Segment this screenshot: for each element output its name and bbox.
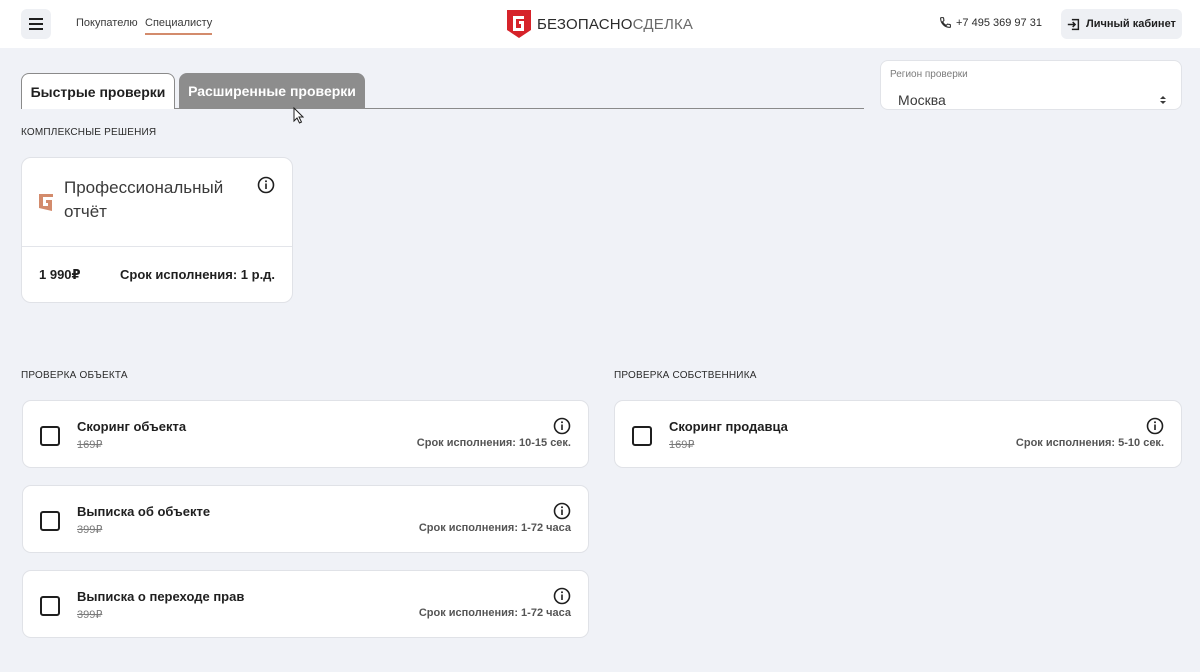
top-header: Покупателю Специалисту БЕЗОПАСНОСДЕЛКА +…	[0, 0, 1200, 48]
tab-quick-checks[interactable]: Быстрые проверки	[21, 73, 175, 109]
info-icon[interactable]	[553, 587, 571, 605]
object-check-card[interactable]: Скоринг объекта 169₽ Срок исполнения: 10…	[22, 400, 589, 468]
region-label: Регион проверки	[890, 69, 968, 80]
service-term: Срок исполнения: 1-72 часа	[418, 607, 571, 619]
logo-text-strong: БЕЗОПАСНО	[537, 15, 633, 33]
professional-report-card[interactable]: Профессиональный отчёт 1 990₽ Срок испол…	[21, 157, 293, 303]
info-icon[interactable]	[553, 502, 571, 520]
service-name: Выписка об объекте	[77, 504, 211, 519]
site-logo[interactable]: БЕЗОПАСНОСДЕЛКА	[507, 10, 693, 38]
personal-cabinet-button[interactable]: Личный кабинет	[1061, 9, 1182, 39]
cabinet-label: Личный кабинет	[1086, 18, 1176, 30]
info-icon[interactable]	[257, 176, 275, 194]
professional-report-term: Срок исполнения: 1 р.д.	[120, 267, 276, 282]
object-check-checkbox[interactable]	[40, 426, 60, 446]
professional-report-price: 1 990₽	[39, 267, 81, 282]
nav-link-specialist[interactable]: Специалисту	[145, 17, 213, 35]
phone-link[interactable]: +7 495 369 97 31	[939, 16, 1042, 29]
region-value: Москва	[898, 92, 946, 108]
service-price: 169₽	[77, 439, 103, 451]
service-name: Выписка о переходе прав	[77, 589, 245, 604]
service-name: Скоринг продавца	[669, 419, 788, 434]
phone-number: +7 495 369 97 31	[956, 16, 1042, 29]
menu-button[interactable]	[21, 9, 51, 39]
phone-icon	[940, 17, 951, 28]
service-price: 169₽	[669, 439, 695, 451]
login-icon	[1067, 18, 1080, 30]
logo-shield-icon	[507, 10, 531, 38]
service-term: Срок исполнения: 5-10 сек.	[1015, 437, 1164, 449]
service-term: Срок исполнения: 1-72 часа	[418, 522, 571, 534]
service-price: 399₽	[77, 524, 103, 536]
section-title-complex: КОМПЛЕКСНЫЕ РЕШЕНИЯ	[21, 127, 157, 138]
tab-extended-checks[interactable]: Расширенные проверки	[179, 73, 365, 109]
object-check-checkbox[interactable]	[40, 596, 60, 616]
object-check-checkbox[interactable]	[40, 511, 60, 531]
professional-report-title: Профессиональный отчёт	[64, 178, 224, 221]
service-name: Скоринг объекта	[77, 419, 187, 434]
service-term: Срок исполнения: 10-15 сек.	[416, 437, 571, 449]
owner-check-checkbox[interactable]	[632, 426, 652, 446]
info-icon[interactable]	[553, 417, 571, 435]
mouse-cursor-icon	[293, 107, 304, 124]
report-logo-icon	[39, 194, 53, 211]
object-check-card[interactable]: Выписка об объекте 399₽ Срок исполнения:…	[22, 485, 589, 553]
nav-link-buyer[interactable]: Покупателю	[76, 17, 138, 29]
card-divider	[22, 246, 292, 247]
menu-icon	[29, 18, 43, 30]
owner-check-card[interactable]: Скоринг продавца 169₽ Срок исполнения: 5…	[614, 400, 1182, 468]
service-price: 399₽	[77, 609, 103, 621]
section-title-owner: ПРОВЕРКА СОБСТВЕННИКА	[614, 370, 757, 381]
logo-text: БЕЗОПАСНОСДЕЛКА	[537, 16, 693, 33]
select-arrows-icon	[1160, 96, 1166, 104]
section-title-object: ПРОВЕРКА ОБЪЕКТА	[21, 370, 128, 381]
info-icon[interactable]	[1146, 417, 1164, 435]
region-select[interactable]: Регион проверки Москва	[880, 60, 1182, 110]
object-check-card[interactable]: Выписка о переходе прав 399₽ Срок исполн…	[22, 570, 589, 638]
logo-text-light: СДЕЛКА	[632, 15, 694, 33]
